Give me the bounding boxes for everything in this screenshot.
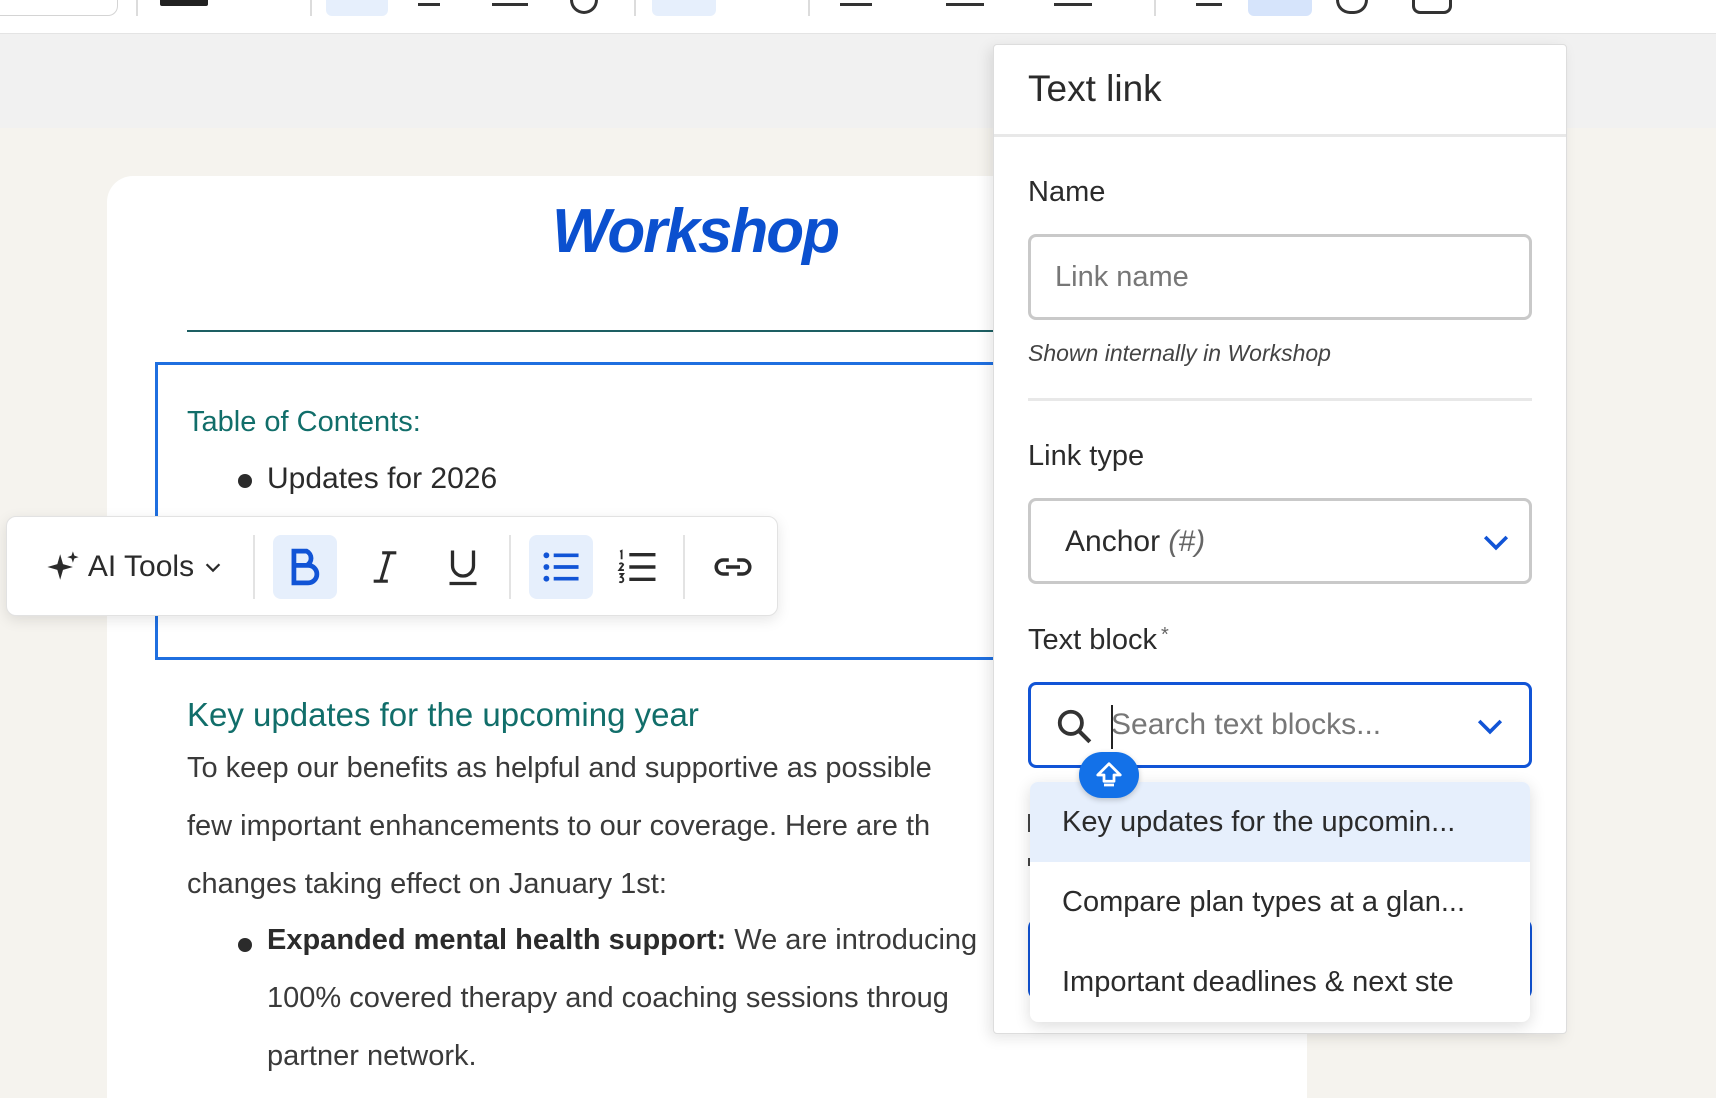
- bullet-text: We are introducing: [726, 924, 978, 956]
- toolbar-divider: [509, 535, 511, 599]
- paragraph-line[interactable]: To keep our benefits as helpful and supp…: [187, 752, 932, 785]
- toolbar-divider: [253, 535, 255, 599]
- italic-button[interactable]: [353, 535, 417, 599]
- panel-title: Text link: [1028, 68, 1162, 109]
- toolbar-divider: [1154, 0, 1156, 16]
- name-hint: Shown internally in Workshop: [1028, 340, 1331, 366]
- shift-arrow-icon: [1079, 752, 1139, 798]
- link-icon[interactable]: [1248, 0, 1312, 16]
- align-right-icon[interactable]: [1054, 0, 1092, 6]
- name-label: Name: [1028, 176, 1106, 208]
- bullet-icon: [238, 474, 252, 488]
- chevron-down-icon: [1483, 535, 1509, 551]
- link-type-label: Link type: [1028, 440, 1145, 472]
- search-icon: [1057, 709, 1092, 744]
- text-block-search-input[interactable]: [1111, 703, 1471, 747]
- toc-item[interactable]: Updates for 2026: [267, 462, 497, 496]
- bullet-list-button[interactable]: [529, 535, 593, 599]
- chevron-down-icon[interactable]: [1475, 715, 1505, 739]
- image-icon[interactable]: [1412, 0, 1452, 14]
- text-block-dropdown: Key updates for the upcomin... Compare p…: [1030, 782, 1530, 1022]
- text-caret: [1111, 705, 1113, 749]
- workshop-logo: Workshop: [552, 197, 840, 266]
- panel-divider: [1028, 398, 1532, 401]
- dropdown-option[interactable]: Important deadlines & next ste: [1030, 942, 1530, 1022]
- numbered-list-icon: [617, 549, 656, 584]
- dropdown-option[interactable]: Compare plan types at a glan...: [1030, 862, 1530, 942]
- toolbar-divider: [683, 535, 685, 599]
- bullet-icon: [238, 938, 252, 952]
- underline-button[interactable]: [431, 535, 495, 599]
- bullet-item[interactable]: Expanded mental health support: We are i…: [267, 924, 977, 957]
- ai-tools-button[interactable]: AI Tools: [37, 535, 233, 599]
- clear-format-icon[interactable]: [1196, 0, 1222, 6]
- paragraph-line[interactable]: few important enhancements to our covera…: [187, 810, 930, 843]
- panel-header-divider: [994, 134, 1566, 137]
- numbered-list-button[interactable]: [605, 535, 669, 599]
- link-type-value: Anchor (#): [1065, 525, 1206, 558]
- floating-format-toolbar: AI Tools: [6, 516, 778, 616]
- text-block-label: Text block *: [1028, 624, 1169, 656]
- link-type-select[interactable]: Anchor (#): [1028, 498, 1532, 584]
- link-name-input[interactable]: [1028, 234, 1532, 320]
- paragraph-line[interactable]: changes taking effect on January 1st:: [187, 868, 667, 901]
- emoji-icon[interactable]: [1336, 0, 1368, 14]
- sparkle-icon: [47, 551, 79, 580]
- bold-button[interactable]: [273, 535, 337, 599]
- underline-icon: [449, 550, 477, 586]
- header-divider: [187, 330, 997, 332]
- ai-tools-label: AI Tools: [87, 550, 195, 583]
- link-icon: [714, 558, 752, 576]
- bullet-continuation[interactable]: 100% covered therapy and coaching sessio…: [267, 982, 949, 1015]
- chevron-down-icon: [205, 563, 221, 573]
- italic-icon: [373, 551, 397, 583]
- section-heading[interactable]: Key updates for the upcoming year: [187, 696, 699, 734]
- bullet-list-icon: [543, 552, 579, 582]
- bullet-continuation[interactable]: partner network.: [267, 1040, 477, 1073]
- bold-icon: [291, 548, 320, 586]
- link-button[interactable]: [701, 535, 765, 599]
- toc-title[interactable]: Table of Contents:: [187, 406, 421, 439]
- bullet-bold-text: Expanded mental health support:: [267, 924, 727, 956]
